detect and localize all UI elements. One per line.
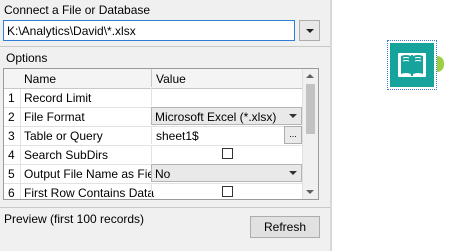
table-or-query-field[interactable]: sheet1$ ... [151, 126, 302, 144]
row-number: 4 [8, 148, 15, 162]
connect-dropdown-button[interactable] [299, 20, 320, 41]
options-grid: Name Value 1 Record Limit 2 File Format … [3, 68, 319, 200]
divider [0, 46, 330, 47]
table-row[interactable]: 2 File Format Microsoft Excel (*.xlsx) [4, 107, 302, 127]
first-row-data-cell [151, 183, 302, 199]
option-name: First Row Contains Data [24, 186, 155, 200]
grid-header: Name Value [4, 69, 302, 89]
input-data-tool[interactable] [387, 40, 437, 90]
table-row[interactable]: 5 Output File Name as Field No [4, 164, 302, 184]
output-file-name-select[interactable]: No [151, 164, 302, 182]
option-name: Table or Query [24, 129, 103, 143]
scroll-up-icon[interactable] [306, 74, 314, 78]
row-number: 2 [8, 110, 15, 124]
value-column-header: Value [156, 72, 186, 86]
row-number: 1 [8, 91, 15, 105]
chevron-down-icon [289, 171, 297, 175]
browse-button[interactable]: ... [284, 126, 302, 144]
option-name: Record Limit [24, 91, 92, 105]
option-name: Search SubDirs [24, 148, 109, 162]
search-subdirs-cell [151, 145, 302, 163]
option-name: File Format [24, 110, 85, 124]
options-label: Options [6, 51, 48, 65]
chevron-down-icon [289, 114, 297, 118]
record-limit-value[interactable] [151, 88, 302, 106]
configuration-panel: Connect a File or Database K:\Analytics\… [0, 0, 330, 251]
name-column-header: Name [24, 72, 57, 86]
connect-label: Connect a File or Database [4, 3, 151, 17]
row-number: 6 [8, 186, 15, 200]
refresh-button[interactable]: Refresh [250, 216, 320, 238]
file-path-value: K:\Analytics\David\*.xlsx [7, 24, 136, 38]
file-format-select[interactable]: Microsoft Excel (*.xlsx) [151, 107, 302, 125]
file-format-value: Microsoft Excel (*.xlsx) [155, 110, 277, 124]
row-number: 3 [8, 129, 15, 143]
panel-divider [330, 0, 332, 251]
table-row[interactable]: 4 Search SubDirs [4, 145, 302, 165]
table-or-query-value: sheet1$ [156, 129, 199, 143]
file-path-input[interactable]: K:\Analytics\David\*.xlsx [3, 20, 295, 41]
options-scrollbar[interactable] [302, 69, 318, 199]
option-name: Output File Name as Field [24, 167, 164, 181]
row-number: 5 [8, 167, 15, 181]
table-row[interactable]: 1 Record Limit [4, 88, 302, 108]
table-row[interactable]: 6 First Row Contains Data [4, 183, 302, 200]
output-file-name-value: No [155, 167, 171, 181]
divider [0, 207, 330, 208]
table-row[interactable]: 3 Table or Query sheet1$ ... [4, 126, 302, 146]
search-subdirs-checkbox[interactable] [222, 148, 233, 159]
value-column-header-cell: Value [151, 69, 302, 87]
output-anchor[interactable] [437, 56, 444, 72]
scroll-down-icon[interactable] [306, 190, 314, 194]
scroll-thumb[interactable] [306, 84, 315, 134]
preview-label: Preview (first 100 records) [4, 212, 145, 226]
input-data-book-icon [390, 43, 434, 87]
first-row-data-checkbox[interactable] [222, 186, 233, 197]
